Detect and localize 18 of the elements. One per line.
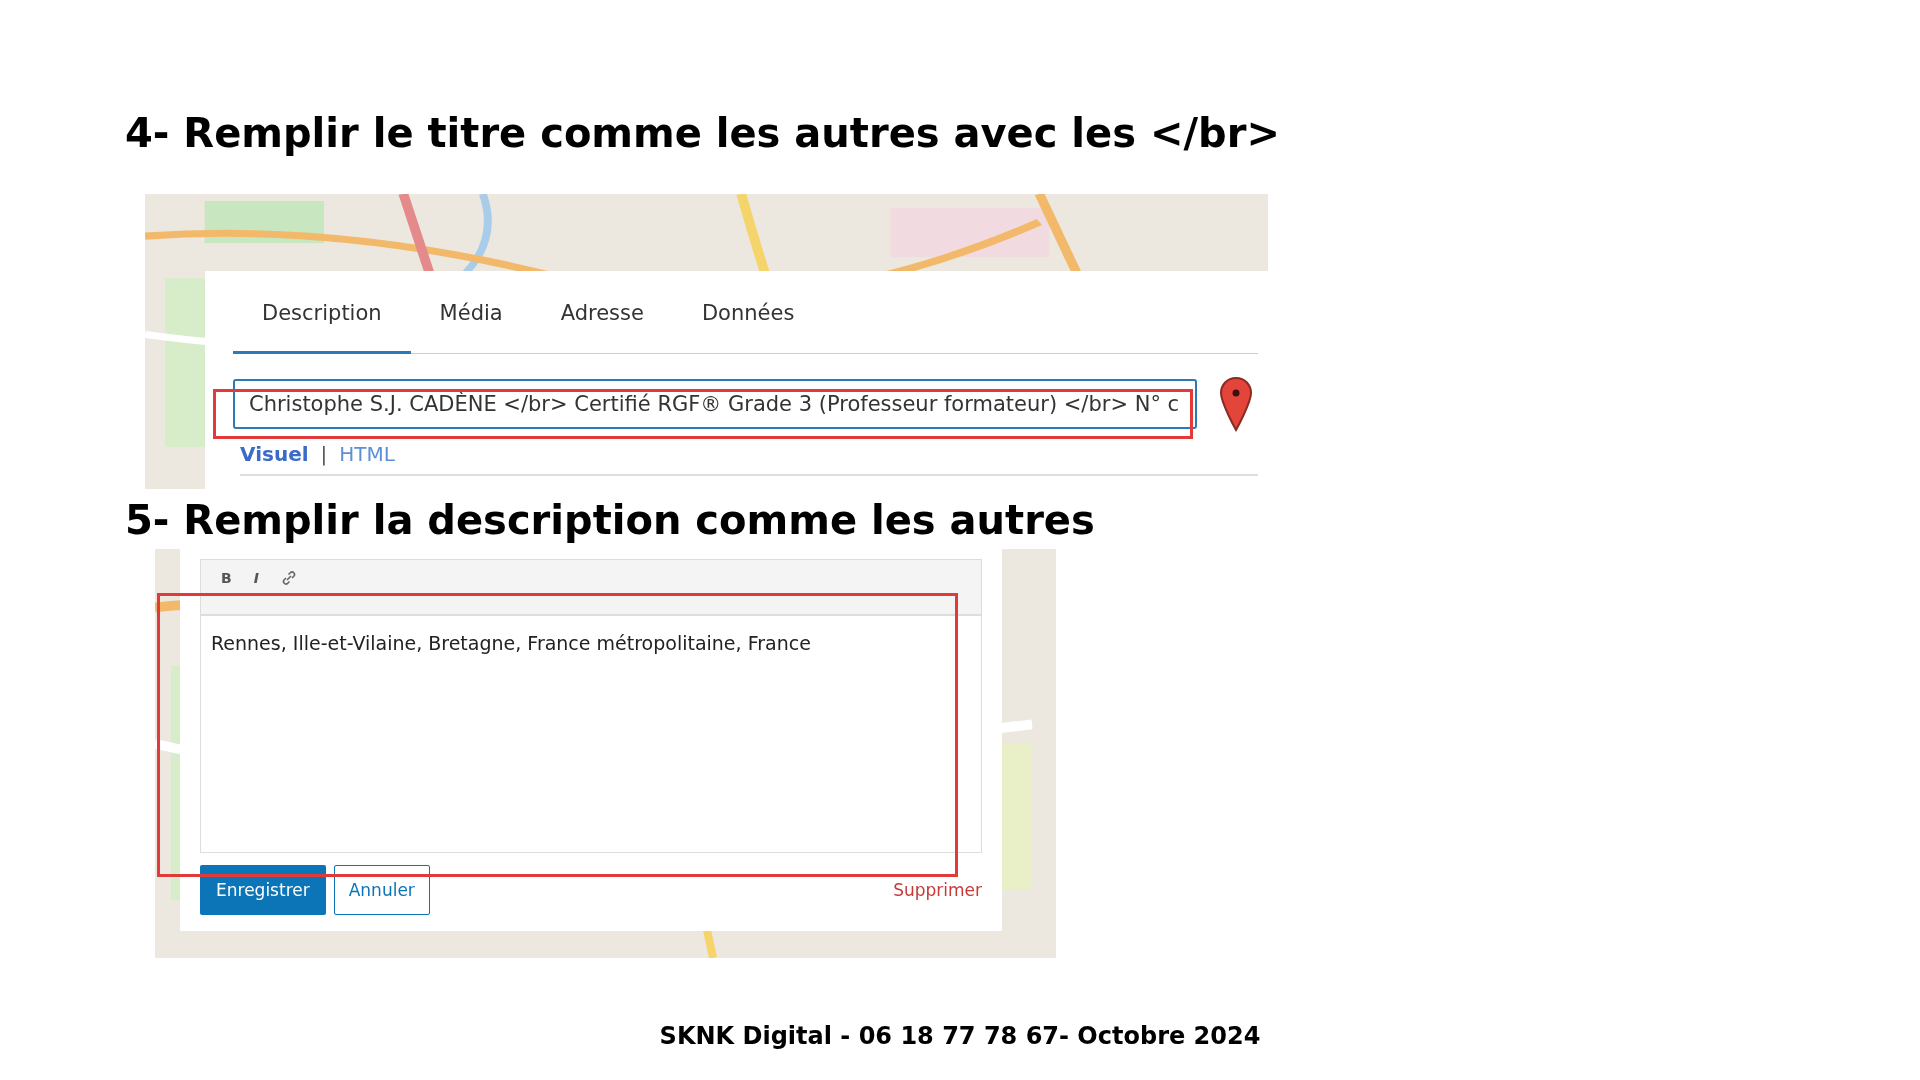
format-button[interactable]: I bbox=[253, 570, 259, 586]
save-button[interactable]: Enregistrer bbox=[200, 865, 326, 915]
step-heading: 4- Remplir le titre comme les autres avec les </br> bbox=[125, 109, 1280, 158]
link-icon[interactable] bbox=[280, 570, 297, 586]
map-pin-icon bbox=[1219, 376, 1253, 432]
cancel-button[interactable]: Annuler bbox=[333, 865, 430, 915]
step-heading: 5- Remplir la description comme les autres bbox=[125, 496, 1095, 545]
format-button[interactable]: B bbox=[221, 570, 232, 586]
description-text[interactable]: Rennes, Ille-et-Vilaine, Bretagne, France métropolitaine, France bbox=[201, 616, 981, 670]
tab[interactable]: Adresse bbox=[531, 271, 673, 354]
editor-mode-tab[interactable]: Visuel bbox=[240, 442, 309, 466]
tab[interactable]: Données bbox=[672, 271, 824, 354]
separator: | bbox=[320, 442, 328, 466]
tab[interactable]: Média bbox=[410, 271, 532, 354]
delete-link[interactable]: Supprimer bbox=[893, 880, 982, 900]
tab[interactable]: Description bbox=[233, 271, 411, 354]
title-input-field[interactable]: Christophe S.J. CADÈNE </br> Certifié RGF® Grade 3 (Professeur formateur) </br> N° c bbox=[233, 379, 1197, 429]
footer-text: SKNK Digital - 06 18 77 78 67- Octobre 2024 bbox=[659, 1022, 1261, 1050]
